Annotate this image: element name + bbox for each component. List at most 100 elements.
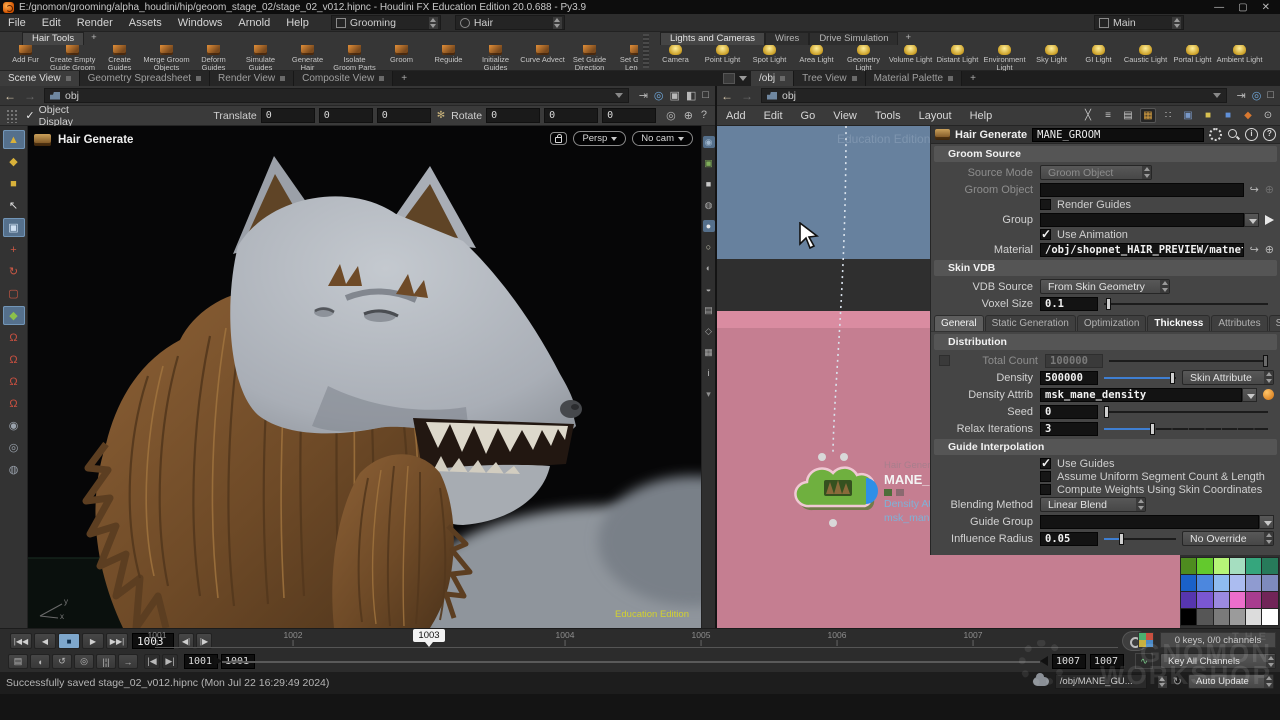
translate-x-field[interactable]: 0	[261, 108, 315, 123]
relax-field[interactable]: 3	[1040, 422, 1098, 436]
view-menu-pill[interactable]: Persp	[573, 131, 626, 146]
compute-weights-checkbox[interactable]	[1040, 484, 1051, 495]
node-name-field[interactable]: MANE_GROOM	[1032, 128, 1204, 142]
attrib-dropdown-icon[interactable]	[1242, 388, 1257, 402]
network-toolbar-icon[interactable]: ╳	[1080, 108, 1096, 123]
voxel-size-field[interactable]: 0.1	[1040, 297, 1098, 311]
groom-object-field[interactable]	[1040, 183, 1244, 197]
shelf-tab[interactable]: Hair Tools	[22, 32, 84, 45]
shelf-tool[interactable]: Set Guide Length	[613, 45, 638, 71]
shelf-tool[interactable]: Point Light	[699, 45, 746, 71]
menu-item[interactable]: Windows	[170, 17, 231, 29]
material-field[interactable]: /obj/shopnet_HAIR_PREVIEW/matnet1/hairsh…	[1040, 243, 1244, 257]
viewport-tool-icon[interactable]: ◆	[3, 152, 25, 171]
color-swatch[interactable]	[1230, 575, 1245, 591]
shelf-tool[interactable]: Stereo Camera	[1263, 45, 1268, 71]
pin-pane-icon[interactable]: ⇥	[639, 89, 648, 102]
network-menu-item[interactable]: Tools	[866, 110, 910, 122]
playbar-options-icon[interactable]: ▤	[8, 654, 28, 669]
shelf-tool[interactable]: Create Empty Guide Groom	[49, 45, 96, 71]
select-node-icon[interactable]: ↪	[1250, 243, 1259, 256]
network-toolbar-icon[interactable]: ▤	[1120, 108, 1136, 123]
display-toggle-icon[interactable]: ◍	[703, 199, 715, 211]
realtime-toggle-icon[interactable]: ◎	[74, 654, 94, 669]
network-menu-item[interactable]: Add	[717, 110, 755, 122]
network-toolbar-icon[interactable]: ≡	[1100, 108, 1116, 123]
help-icon[interactable]: ?	[1263, 128, 1276, 141]
range-end-field[interactable]: 1007	[1052, 654, 1086, 669]
display-toggle-icon[interactable]: ■	[703, 178, 715, 190]
rotate-x-field[interactable]: 0	[486, 108, 540, 123]
shelf-tool[interactable]: Caustic Light	[1122, 45, 1169, 71]
pane-menu-caret-icon[interactable]	[739, 76, 747, 81]
viewport-tool-icon[interactable]: ◆	[3, 306, 25, 325]
current-frame-flag[interactable]: 1003	[413, 629, 445, 642]
range-start-handle[interactable]	[214, 656, 222, 666]
link-pane-icon[interactable]: ◎	[654, 89, 664, 102]
pane-menu-icon[interactable]	[723, 73, 735, 84]
jump-start-button[interactable]: |◀◀	[10, 633, 32, 649]
info-icon[interactable]: i	[1245, 128, 1258, 141]
desktop-stepper[interactable]	[429, 17, 438, 29]
viewport-tool-icon[interactable]: Ω	[3, 328, 25, 347]
main-stepper[interactable]	[1172, 17, 1181, 29]
shelf-tool[interactable]: Spot Light	[746, 45, 793, 71]
menu-item[interactable]: File	[0, 17, 34, 29]
shelf-tool[interactable]: Distant Light	[934, 45, 981, 71]
menu-item[interactable]: Edit	[34, 17, 69, 29]
color-swatch[interactable]	[1181, 609, 1196, 625]
param-tab[interactable]: Static Generation	[985, 315, 1076, 331]
guide-group-field[interactable]	[1040, 515, 1259, 529]
color-swatch[interactable]	[1230, 558, 1245, 574]
shelf-tool[interactable]: Initialize Guides	[472, 45, 519, 71]
search-icon[interactable]	[1227, 128, 1240, 141]
color-swatch[interactable]	[1197, 558, 1212, 574]
shelf-tool[interactable]: Portal Light	[1169, 45, 1216, 71]
tick-settings-icon[interactable]: |¦|	[96, 654, 116, 669]
color-swatch[interactable]	[1181, 575, 1196, 591]
total-count-slider[interactable]	[1109, 354, 1268, 368]
pane-tab[interactable]: Composite View	[294, 71, 393, 86]
voxel-size-slider[interactable]	[1104, 297, 1268, 311]
camera-menu-pill[interactable]: No cam	[632, 131, 693, 146]
color-swatch[interactable]	[1262, 558, 1277, 574]
menu-item[interactable]: Render	[69, 17, 121, 29]
display-toggle-icon[interactable]: ◉	[703, 136, 715, 148]
stop-button[interactable]: ■	[58, 633, 80, 649]
lock-camera-pill[interactable]	[550, 132, 567, 145]
network-toolbar-icon[interactable]: ⊙	[1260, 108, 1276, 123]
radial-menu-selector[interactable]: Hair	[455, 15, 565, 30]
maximize-pane-icon[interactable]: □	[702, 89, 709, 102]
pane-tab[interactable]: Scene View	[0, 71, 80, 86]
display-toggle-icon[interactable]: ▦	[703, 346, 715, 358]
viewport-tool-icon[interactable]: +	[3, 240, 25, 259]
network-toolbar-icon[interactable]: ∷	[1160, 108, 1176, 123]
close-button[interactable]: ✕	[1262, 2, 1270, 13]
network-toolbar-icon[interactable]: ■	[1220, 108, 1236, 123]
shelf-tab[interactable]: Lights and Cameras	[660, 32, 765, 45]
color-swatch[interactable]	[1230, 609, 1245, 625]
shelf-tool[interactable]: Deform Guides	[190, 45, 237, 71]
rotate-y-field[interactable]: 0	[544, 108, 598, 123]
path-field[interactable]: obj	[44, 88, 629, 103]
group-dropdown-icon[interactable]	[1244, 213, 1259, 227]
jump-end-button[interactable]: ▶▶|	[106, 633, 128, 649]
shelf-tool[interactable]: Geometry Light	[840, 45, 887, 71]
key-all-channels-dropdown[interactable]: Key All Channels	[1160, 653, 1276, 669]
pane-tab[interactable]: /obj	[751, 71, 794, 86]
section-skin-vdb[interactable]: Skin VDB	[934, 260, 1277, 276]
toolbar-grip[interactable]	[6, 109, 19, 123]
shelf-tool[interactable]: Simulate Guides	[237, 45, 284, 71]
display-toggle-icon[interactable]: ▣	[703, 157, 715, 169]
display-toggle-icon[interactable]: ◒	[703, 283, 715, 295]
viewport-tool-icon[interactable]: ◍	[3, 460, 25, 479]
color-swatch[interactable]	[1181, 558, 1196, 574]
color-swatch[interactable]	[1214, 609, 1229, 625]
network-menu-item[interactable]: Go	[792, 110, 825, 122]
context-stepper-icon[interactable]	[1158, 676, 1167, 688]
play-button[interactable]: ▶	[82, 633, 104, 649]
select-node-icon[interactable]: ↪	[1250, 183, 1259, 196]
maximize-pane-icon[interactable]: □	[1267, 89, 1274, 102]
range-end-alt-field[interactable]: 1007	[1090, 654, 1124, 669]
link-pane-icon[interactable]: ◎	[1252, 89, 1262, 102]
